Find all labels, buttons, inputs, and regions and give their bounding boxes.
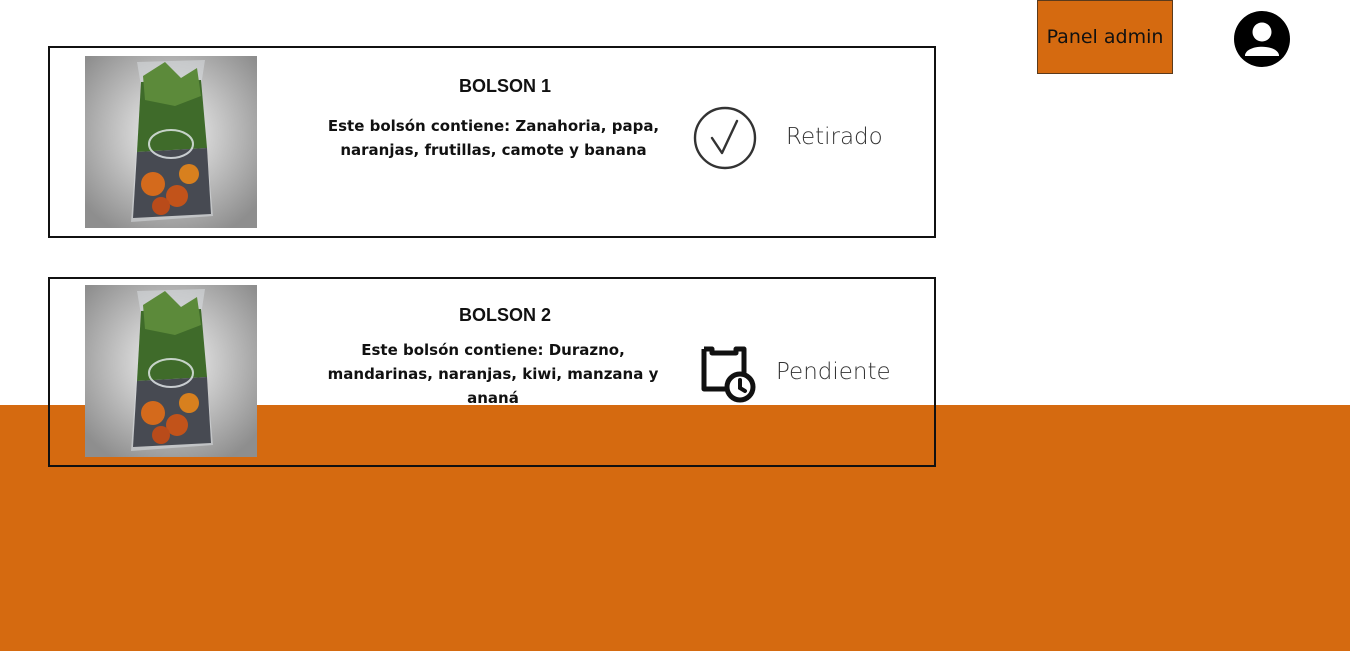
order-title: BOLSON 1 (458, 76, 551, 96)
check-circle-icon (693, 106, 757, 170)
product-bag-image (85, 56, 257, 228)
order-status-label: Retirado (786, 124, 883, 150)
order-card: BOLSON 1 Este bolsón contiene: Zanahoria… (48, 46, 936, 238)
order-description: Este bolsón contiene: Zanahoria, papa, n… (327, 117, 660, 159)
order-status-label: Pendiente (776, 359, 891, 385)
clipboard-clock-icon (701, 346, 756, 403)
order-description: Este bolsón contiene: Durazno, mandarina… (327, 341, 659, 407)
order-card: BOLSON 2 Este bolsón contiene: Durazno, … (48, 277, 936, 467)
product-bag-image (85, 285, 257, 457)
admin-panel-button[interactable]: Panel admin (1037, 0, 1173, 74)
order-title: BOLSON 2 (458, 305, 551, 325)
user-avatar-icon[interactable] (1234, 11, 1290, 67)
